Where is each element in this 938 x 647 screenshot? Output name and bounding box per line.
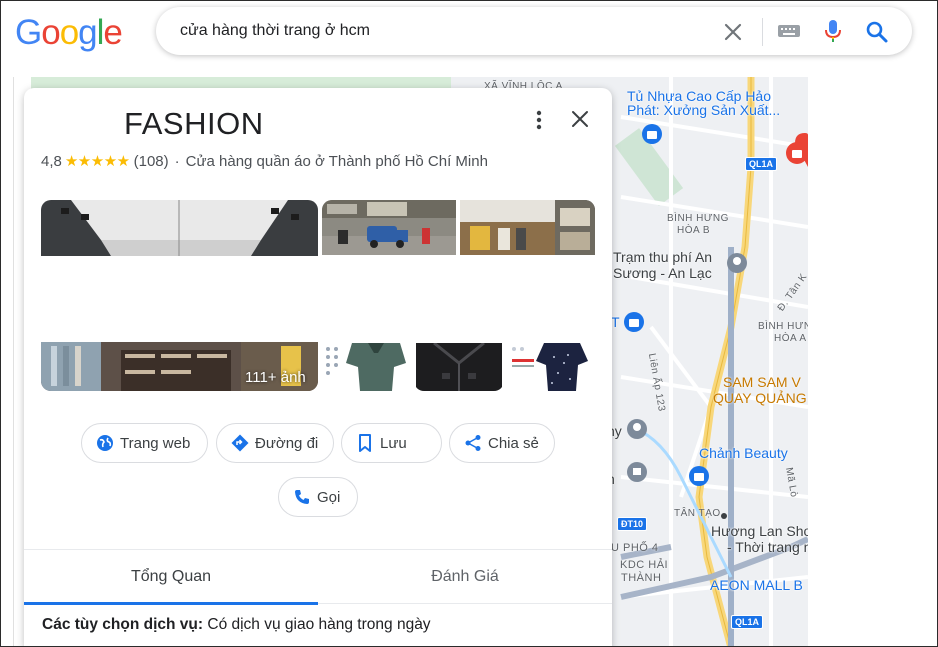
logo-letter: G [15, 13, 42, 52]
shop-marker [642, 124, 662, 144]
more-options-icon[interactable] [529, 108, 549, 132]
road-shield: QL1A [731, 615, 764, 629]
rating-value: 4,8 [41, 153, 62, 170]
service-options: Các tùy chọn dịch vụ: Có dịch vụ giao hà… [42, 616, 431, 634]
service-options-value: Có dịch vụ giao hàng trong ngày [207, 616, 431, 633]
call-button[interactable]: Gọi [278, 477, 358, 517]
map-label-area: HÒA A [774, 333, 807, 344]
search-box [156, 7, 912, 55]
photo-count-label[interactable]: 111+ ảnh [245, 369, 306, 386]
map-label-poi[interactable]: SAM SAM V [723, 374, 801, 390]
share-button[interactable]: Chia sẻ [449, 423, 555, 463]
search-input[interactable] [180, 7, 700, 55]
close-icon[interactable] [721, 20, 745, 44]
website-button[interactable]: Trang web [81, 423, 208, 463]
place-photo[interactable] [322, 200, 456, 255]
map-label-fragment: T [611, 314, 620, 330]
logo-letter: l [96, 13, 105, 52]
logo-letter: o [59, 13, 79, 52]
phone-icon [295, 490, 309, 504]
close-icon[interactable] [569, 108, 591, 130]
share-icon [465, 435, 481, 451]
logo-letter: o [41, 13, 60, 52]
map-label-poi[interactable]: Chảnh Beauty [699, 445, 788, 461]
tab-reviews[interactable]: Đánh Giá [318, 550, 612, 604]
map-label-poi[interactable]: Trạm thu phí An [613, 249, 712, 265]
directions-icon [231, 434, 249, 452]
road-shield: QL1A [745, 157, 778, 171]
directions-label: Đường đi [255, 434, 319, 452]
place-title: FASHION [124, 106, 264, 141]
place-photo[interactable] [460, 200, 595, 255]
place-tabs: Tổng Quan Đánh Giá [24, 549, 612, 605]
microphone-icon[interactable] [821, 18, 845, 44]
map-label-area: HÒA B [677, 225, 711, 236]
map-label-area: BÌNH HƯNG [667, 213, 729, 224]
place-category: Cửa hàng quần áo ở Thành phố Hồ Chí Minh [185, 153, 488, 170]
bookmark-icon [359, 434, 371, 452]
website-label: Trang web [120, 434, 191, 452]
logo-letter: e [103, 13, 122, 52]
map-label-poi[interactable]: QUAY QUẢNG [713, 390, 807, 406]
share-label: Chia sẻ [488, 434, 539, 452]
globe-icon [97, 435, 113, 451]
place-photo[interactable] [322, 343, 410, 391]
separator-dot: · [174, 153, 180, 170]
logo-letter: g [78, 13, 97, 52]
map-label-poi[interactable]: Hương Lan Sho [711, 523, 808, 539]
right-margin [808, 77, 937, 646]
place-photo[interactable] [508, 343, 595, 391]
map-label-poi[interactable]: AEON MALL B [710, 577, 803, 593]
map-label-area: BÌNH HƯNG [758, 321, 808, 332]
review-count[interactable]: (108) [134, 153, 169, 170]
map-label-area: TÂN TẠO [674, 508, 721, 519]
map-label-area: THÀNH [621, 572, 662, 584]
map-label-area: KDC HẢI [620, 559, 669, 571]
map-label-area: U PHỐ 4 [611, 542, 659, 554]
directions-button[interactable]: Đường đi [216, 423, 334, 463]
map-label-poi[interactable]: Phát: Xưởng Sản Xuất... [627, 102, 780, 118]
rating-stars: ★★★★★ [64, 153, 130, 170]
divider [762, 18, 763, 46]
save-button[interactable]: Lưu [341, 423, 442, 463]
browser-viewport: Google cửa hàng thời trang ở hcm XÃ VĨNH… [0, 0, 938, 647]
road-shield: ĐT10 [617, 517, 648, 531]
search-icon[interactable] [864, 19, 890, 45]
call-label: Gọi [317, 488, 341, 506]
keyboard-icon[interactable] [776, 20, 802, 42]
google-logo[interactable]: Google [15, 13, 123, 53]
map-label-poi[interactable]: Sương - An Lạc [613, 265, 712, 281]
map-label-poi[interactable]: - Thời trang n [727, 539, 808, 555]
save-label: Lưu [380, 434, 407, 452]
tab-overview[interactable]: Tổng Quan [24, 550, 318, 605]
rating-row: 4,8 ★★★★★ (108) · Cửa hàng quần áo ở Thành p… [41, 152, 488, 170]
place-photo-main[interactable] [41, 200, 318, 391]
place-photo[interactable] [414, 343, 504, 391]
service-options-label: Các tùy chọn dịch vụ: [42, 616, 204, 633]
place-panel: FASHION 4,8 ★★★★★ (108) · Cửa hàng quần áo ở… [24, 88, 612, 646]
